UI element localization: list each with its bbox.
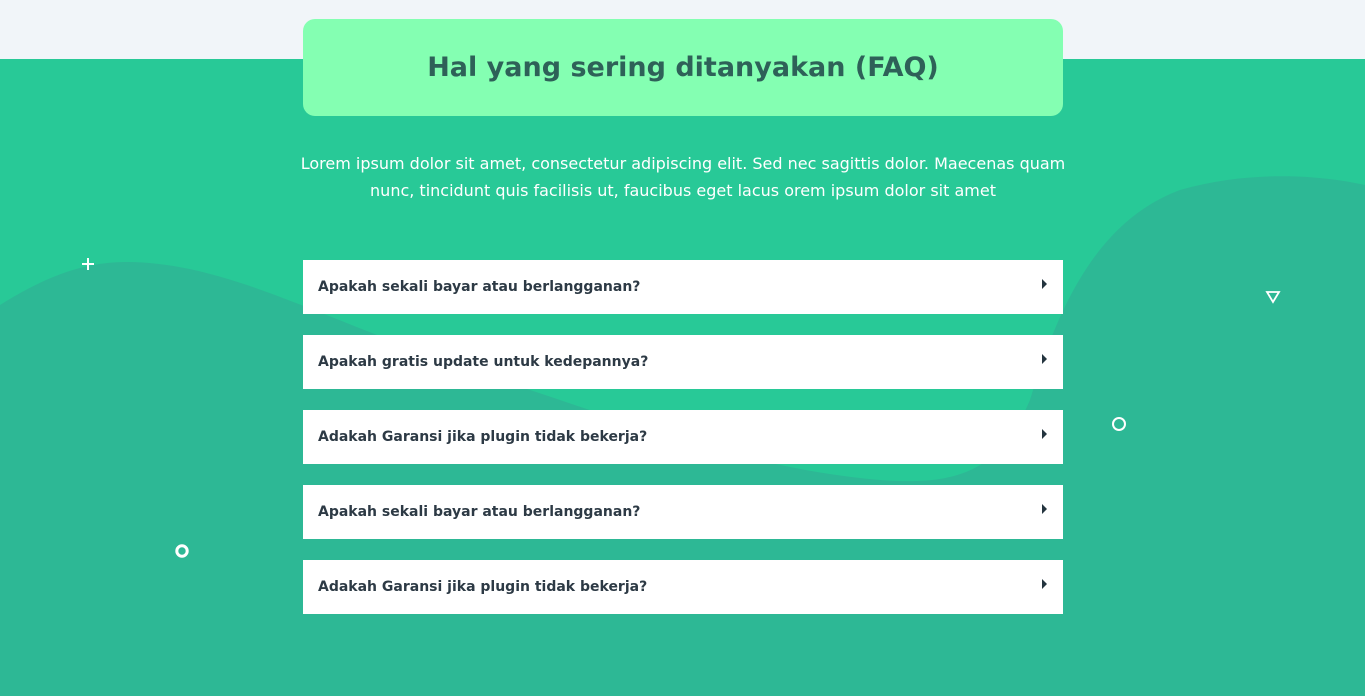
ring-icon	[175, 544, 189, 558]
faq-question: Adakah Garansi jika plugin tidak bekerja…	[318, 579, 648, 595]
triangle-outline-icon	[1265, 291, 1281, 304]
title-box: Hal yang sering ditanyakan (FAQ)	[303, 19, 1063, 116]
faq-item[interactable]: Adakah Garansi jika plugin tidak bekerja…	[303, 410, 1063, 464]
intro-text: Lorem ipsum dolor sit amet, consectetur …	[300, 154, 1066, 200]
faq-list: Apakah sekali bayar atau berlangganan? A…	[303, 260, 1063, 635]
circle-outline-icon	[1112, 417, 1126, 431]
caret-right-icon	[1042, 504, 1047, 514]
page-title: Hal yang sering ditanyakan (FAQ)	[427, 52, 939, 83]
plus-icon	[82, 258, 94, 270]
caret-right-icon	[1042, 279, 1047, 289]
faq-item[interactable]: Adakah Garansi jika plugin tidak bekerja…	[303, 560, 1063, 614]
caret-right-icon	[1042, 579, 1047, 589]
faq-section: Hal yang sering ditanyakan (FAQ) Lorem i…	[0, 0, 1365, 696]
faq-item[interactable]: Apakah sekali bayar atau berlangganan?	[303, 260, 1063, 314]
faq-question: Adakah Garansi jika plugin tidak bekerja…	[318, 429, 648, 445]
faq-item[interactable]: Apakah sekali bayar atau berlangganan?	[303, 485, 1063, 539]
caret-right-icon	[1042, 354, 1047, 364]
faq-item[interactable]: Apakah gratis update untuk kedepannya?	[303, 335, 1063, 389]
faq-question: Apakah sekali bayar atau berlangganan?	[318, 504, 641, 520]
faq-question: Apakah gratis update untuk kedepannya?	[318, 354, 649, 370]
caret-right-icon	[1042, 429, 1047, 439]
faq-question: Apakah sekali bayar atau berlangganan?	[318, 279, 641, 295]
